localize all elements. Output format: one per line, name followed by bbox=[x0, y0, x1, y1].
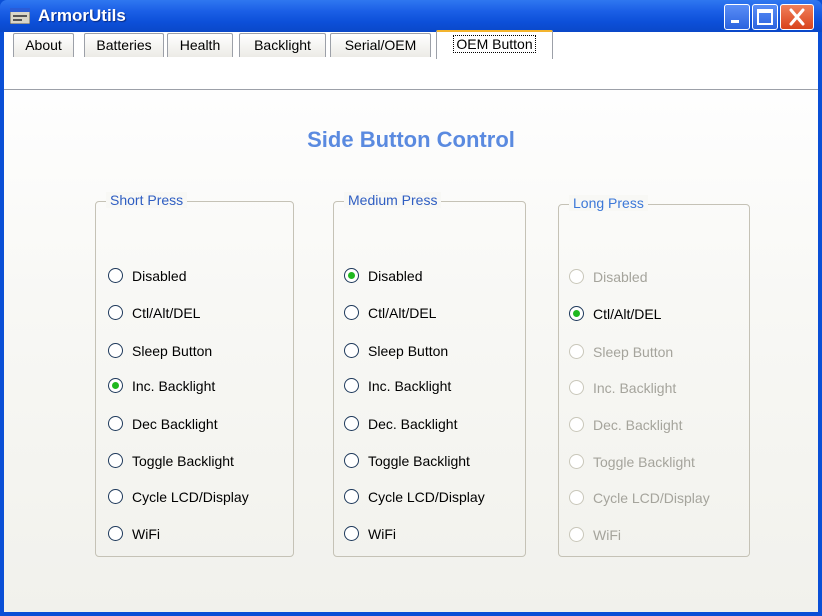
option-label: Ctl/Alt/DEL bbox=[132, 305, 201, 321]
option-label: Disabled bbox=[132, 268, 187, 284]
tab-serial-oem[interactable]: Serial/OEM bbox=[330, 33, 431, 57]
radio-icon bbox=[108, 416, 123, 431]
option-label: Inc. Backlight bbox=[132, 378, 216, 394]
group-legend: Short Press bbox=[106, 192, 188, 208]
tab-label: Backlight bbox=[254, 37, 311, 53]
tab-label: Health bbox=[179, 37, 221, 53]
app-window: ArmorUtils About Batteries Health Backli… bbox=[0, 0, 822, 616]
option-label: Dec Backlight bbox=[132, 416, 218, 432]
tab-about[interactable]: About bbox=[13, 33, 74, 57]
option-label: Cycle LCD/Display bbox=[593, 490, 710, 506]
tab-label: OEM Button bbox=[453, 35, 536, 53]
radio-icon bbox=[108, 378, 123, 393]
option-label: Inc. Backlight bbox=[368, 378, 452, 394]
radio-icon bbox=[569, 380, 584, 395]
group-legend: Medium Press bbox=[344, 192, 442, 208]
group-medium-press: Medium Press Disabled Ctl/Alt/DEL Sleep … bbox=[333, 192, 526, 557]
maximize-icon bbox=[757, 9, 773, 25]
option-label: Sleep Button bbox=[593, 344, 674, 360]
radio-icon bbox=[569, 417, 584, 432]
minimize-icon bbox=[731, 20, 739, 23]
group-legend: Long Press bbox=[569, 195, 648, 211]
option-label: Inc. Backlight bbox=[593, 380, 677, 396]
option-label: Toggle Backlight bbox=[593, 454, 695, 470]
option-label: Disabled bbox=[368, 268, 423, 284]
radio-icon bbox=[108, 343, 123, 358]
tab-strip: About Batteries Health Backlight Serial/… bbox=[0, 30, 814, 59]
radio-icon bbox=[569, 344, 584, 359]
app-window-icon bbox=[9, 7, 31, 25]
option-label: Disabled bbox=[593, 269, 648, 285]
option-label: Sleep Button bbox=[132, 343, 213, 359]
option-label: Cycle LCD/Display bbox=[132, 489, 249, 505]
radio-icon bbox=[108, 268, 123, 283]
tab-label: Batteries bbox=[96, 37, 152, 53]
radio-icon bbox=[569, 490, 584, 505]
radio-icon bbox=[344, 343, 359, 358]
radio-icon bbox=[344, 526, 359, 541]
tab-backlight[interactable]: Backlight bbox=[239, 33, 326, 57]
tab-batteries[interactable]: Batteries bbox=[84, 33, 164, 57]
radio-icon bbox=[344, 416, 359, 431]
minimize-button[interactable] bbox=[724, 4, 750, 30]
radio-icon bbox=[569, 454, 584, 469]
tab-label: Serial/OEM bbox=[344, 37, 417, 53]
close-icon bbox=[789, 8, 805, 26]
group-short-press: Short Press Disabled Ctl/Alt/DEL Sleep B… bbox=[95, 192, 294, 557]
radio-icon bbox=[108, 305, 123, 320]
option-label: WiFi bbox=[593, 527, 621, 543]
option-label: Ctl/Alt/DEL bbox=[593, 306, 662, 322]
radio-icon bbox=[569, 269, 584, 284]
tab-oem-button[interactable]: OEM Button bbox=[436, 30, 553, 59]
option-label: Sleep Button bbox=[368, 343, 449, 359]
option-label: Toggle Backlight bbox=[368, 453, 470, 469]
radio-icon bbox=[108, 453, 123, 468]
group-long-press: Long Press Disabled Ctl/Alt/DEL Sleep Bu… bbox=[558, 195, 750, 557]
radio-icon bbox=[569, 527, 584, 542]
radio-icon bbox=[344, 378, 359, 393]
radio-icon bbox=[344, 489, 359, 504]
radio-icon bbox=[569, 306, 584, 321]
radio-icon bbox=[108, 526, 123, 541]
option-label: Toggle Backlight bbox=[132, 453, 234, 469]
radio-icon bbox=[344, 453, 359, 468]
option-label: Dec. Backlight bbox=[368, 416, 458, 432]
maximize-button[interactable] bbox=[752, 4, 778, 30]
option-label: WiFi bbox=[368, 526, 396, 542]
radio-icon bbox=[344, 305, 359, 320]
title-bar[interactable]: ArmorUtils bbox=[0, 0, 822, 32]
option-label: WiFi bbox=[132, 526, 160, 542]
radio-icon bbox=[108, 489, 123, 504]
tab-health[interactable]: Health bbox=[167, 33, 233, 57]
radio-icon bbox=[344, 268, 359, 283]
option-label: Cycle LCD/Display bbox=[368, 489, 485, 505]
page-title: Side Button Control bbox=[307, 127, 515, 152]
tab-label: About bbox=[25, 37, 62, 53]
option-label: Ctl/Alt/DEL bbox=[368, 305, 437, 321]
close-button[interactable] bbox=[780, 4, 814, 30]
option-label: Dec. Backlight bbox=[593, 417, 683, 433]
window-title: ArmorUtils bbox=[38, 6, 126, 25]
